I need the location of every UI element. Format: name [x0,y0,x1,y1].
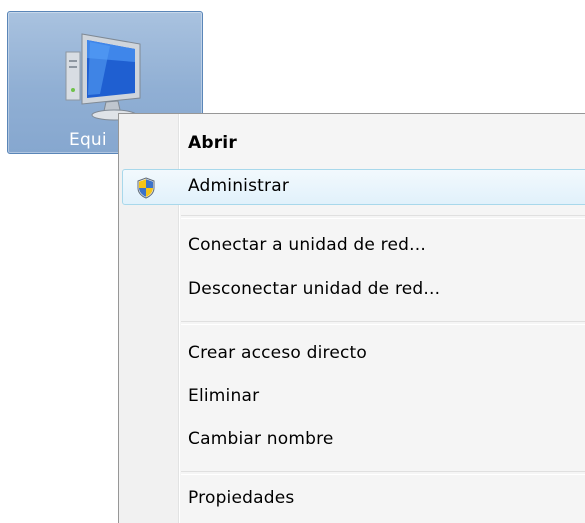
menu-item-label: Crear acceso directo [188,343,367,363]
menu-item-label: Cambiar nombre [188,429,334,449]
menu-item-eliminar[interactable]: Eliminar [122,379,585,415]
desktop-icon-label: Equi [69,130,107,150]
menu-item-label: Eliminar [188,386,260,406]
menu-item-cambiar-nombre[interactable]: Cambiar nombre [122,422,585,458]
context-menu: Abrir Administrar Conectar a unidad de r… [118,113,585,523]
menu-item-crear-acceso-directo[interactable]: Crear acceso directo [122,336,585,372]
computer-monitor-icon [65,33,141,121]
menu-item-label: Administrar [188,176,290,196]
menu-item-desconectar-unidad-red[interactable]: Desconectar unidad de red... [122,272,585,308]
menu-item-administrar[interactable]: Administrar [122,169,585,205]
menu-item-label: Propiedades [188,488,295,508]
menu-separator [181,471,585,475]
menu-item-abrir[interactable]: Abrir [122,126,585,162]
menu-item-label: Abrir [188,133,237,153]
menu-item-label: Desconectar unidad de red... [188,279,441,299]
menu-separator [181,215,585,219]
menu-item-label: Conectar a unidad de red... [188,235,426,255]
menu-item-conectar-unidad-red[interactable]: Conectar a unidad de red... [122,228,585,264]
menu-separator [181,321,585,325]
menu-item-propiedades[interactable]: Propiedades [122,481,585,517]
uac-shield-icon [137,177,155,199]
